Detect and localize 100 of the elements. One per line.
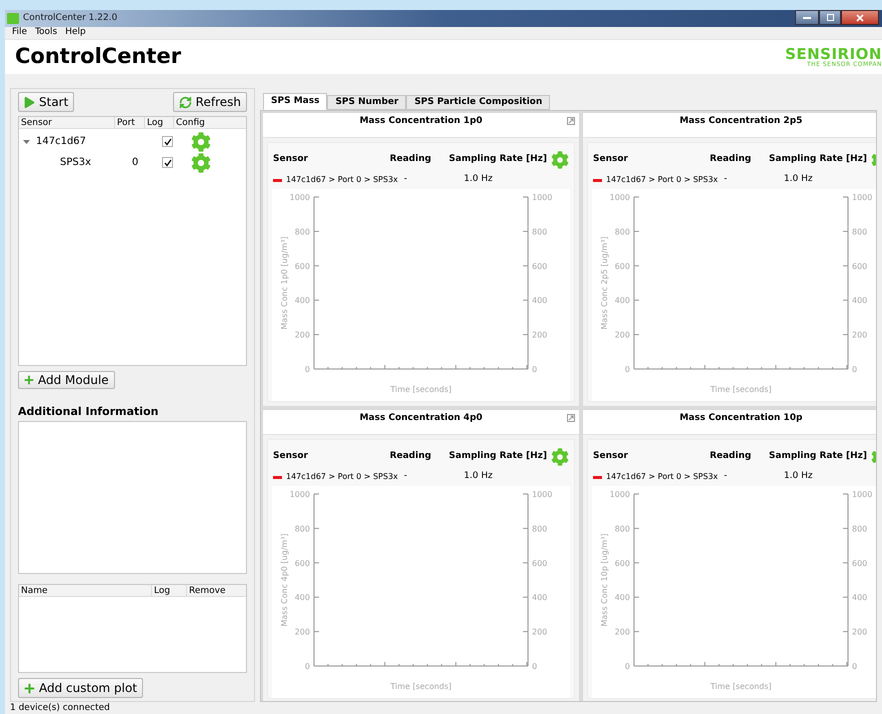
gear-icon[interactable] [551, 151, 569, 169]
tick-label: 200 [294, 330, 310, 340]
tick-label: 600 [294, 262, 310, 271]
tick-label: 400 [294, 593, 310, 602]
tick-label: 1000 [852, 490, 872, 499]
column-header[interactable]: Log [151, 585, 186, 596]
plot-title: Mass Concentration 1p0 [360, 115, 482, 128]
tick-label: 600 [532, 558, 548, 568]
plot-title: Mass Concentration 4p0 [360, 412, 482, 425]
tick-label: 200 [532, 330, 548, 340]
tick-label: 200 [852, 628, 868, 637]
sampling-rate: 1.0 Hz [784, 173, 813, 186]
axis-title: Time [seconds] [710, 682, 772, 691]
tab[interactable]: SPS Particle Composition [406, 95, 550, 110]
tick-label: 200 [614, 330, 630, 340]
status-text: 1 device(s) connected [10, 703, 110, 713]
close-button[interactable] [841, 10, 879, 25]
play-icon [24, 96, 35, 108]
checkbox[interactable] [162, 136, 173, 147]
start-button[interactable]: Start [18, 92, 74, 112]
tick-label: 800 [852, 524, 868, 534]
tick-label: 400 [614, 593, 630, 602]
tick-label: 1000 [852, 193, 872, 202]
checkbox[interactable] [162, 157, 173, 168]
tick-label: 1000 [532, 490, 552, 499]
tick-label: 600 [294, 558, 310, 568]
add-module-button[interactable]: Add Module [18, 371, 115, 389]
tick-label: 400 [614, 296, 630, 306]
caret-icon[interactable] [23, 138, 30, 145]
menu-item[interactable]: File [12, 26, 28, 40]
reading-value: - [404, 470, 408, 484]
tick-label: 400 [532, 593, 548, 602]
column-header[interactable]: Name [19, 585, 151, 596]
reading-value: - [404, 173, 408, 186]
tick-label: 800 [532, 227, 548, 236]
column-header: Sampling Rate [Hz] [768, 450, 867, 464]
menu-item[interactable]: Tools [35, 26, 58, 40]
close-icon [856, 14, 864, 22]
gear-icon[interactable] [191, 152, 211, 172]
column-header: Reading [710, 153, 752, 166]
tick-label: 1000 [532, 193, 552, 202]
axis-title: Time [seconds] [390, 385, 452, 394]
tick-label: 0 [532, 365, 538, 374]
column-header[interactable]: Config [173, 117, 246, 128]
plot-title: Mass Concentration 2p5 [680, 115, 802, 128]
refresh-button[interactable]: Refresh [172, 92, 247, 112]
plus-icon [24, 682, 35, 694]
tick-label: 1000 [290, 490, 310, 499]
tick-label: 800 [532, 524, 548, 534]
detach-icon[interactable] [567, 414, 575, 422]
menu-item[interactable]: Help [65, 26, 86, 40]
column-header[interactable]: Log [144, 117, 173, 128]
column-header[interactable]: Remove [186, 585, 246, 596]
port-number: 0 [132, 157, 138, 168]
tick-label: 800 [614, 227, 630, 236]
tab[interactable]: SPS Mass [263, 93, 328, 110]
tick-label: 600 [852, 262, 868, 271]
sampling-rate: 1.0 Hz [464, 173, 493, 186]
add-custom-plot-button[interactable]: Add custom plot [18, 678, 144, 698]
tick-label: 800 [614, 524, 630, 534]
tab[interactable]: SPS Number [327, 95, 406, 110]
tick-label: 600 [614, 558, 630, 568]
tick-label: 0 [852, 365, 858, 374]
sensor-path: 147c1d67 > Port 0 > SPS3x [286, 471, 398, 483]
axis-title: Mass Conc 10p [ug/m³] [600, 533, 609, 627]
sensor-name: SPS3x [60, 156, 92, 170]
gear-icon[interactable] [191, 132, 211, 152]
tick-label: 1000 [290, 193, 310, 202]
tick-label: 0 [532, 662, 538, 671]
column-header: Sensor [273, 153, 309, 166]
reading-value: - [724, 173, 728, 186]
sensor-path: 147c1d67 > Port 0 > SPS3x [606, 174, 718, 186]
window-title: ControlCenter 1.22.0 [23, 12, 118, 25]
sensor-name: 147c1d67 [36, 135, 86, 149]
tick-label: 0 [304, 662, 310, 671]
tick-label: 200 [614, 628, 630, 637]
tick-label: 400 [852, 593, 868, 602]
gear-icon[interactable] [551, 448, 569, 466]
column-header: Sampling Rate [Hz] [768, 153, 867, 166]
refresh-icon [178, 96, 192, 108]
tick-label: 600 [532, 262, 548, 271]
logo: SENSIRION [785, 46, 882, 62]
tick-label: 0 [624, 662, 630, 671]
column-header: Sensor [273, 450, 309, 464]
sensor-path: 147c1d67 > Port 0 > SPS3x [286, 174, 398, 186]
tick-label: 800 [294, 524, 310, 534]
reading-value: - [724, 470, 728, 484]
column-header[interactable]: Sensor [19, 117, 114, 128]
column-header: Reading [390, 153, 432, 166]
axis-title: Mass Conc 2p5 [ug/m³] [600, 236, 609, 330]
detach-icon[interactable] [567, 117, 575, 125]
axis-title: Time [seconds] [710, 385, 772, 394]
minimize-button[interactable] [795, 10, 819, 25]
restore-button[interactable] [819, 10, 841, 25]
column-header: Reading [390, 450, 432, 464]
tick-label: 600 [614, 262, 630, 271]
sampling-rate: 1.0 Hz [784, 470, 813, 484]
column-header[interactable]: Port [114, 117, 144, 128]
tick-label: 400 [852, 296, 868, 306]
plus-icon [24, 375, 34, 385]
